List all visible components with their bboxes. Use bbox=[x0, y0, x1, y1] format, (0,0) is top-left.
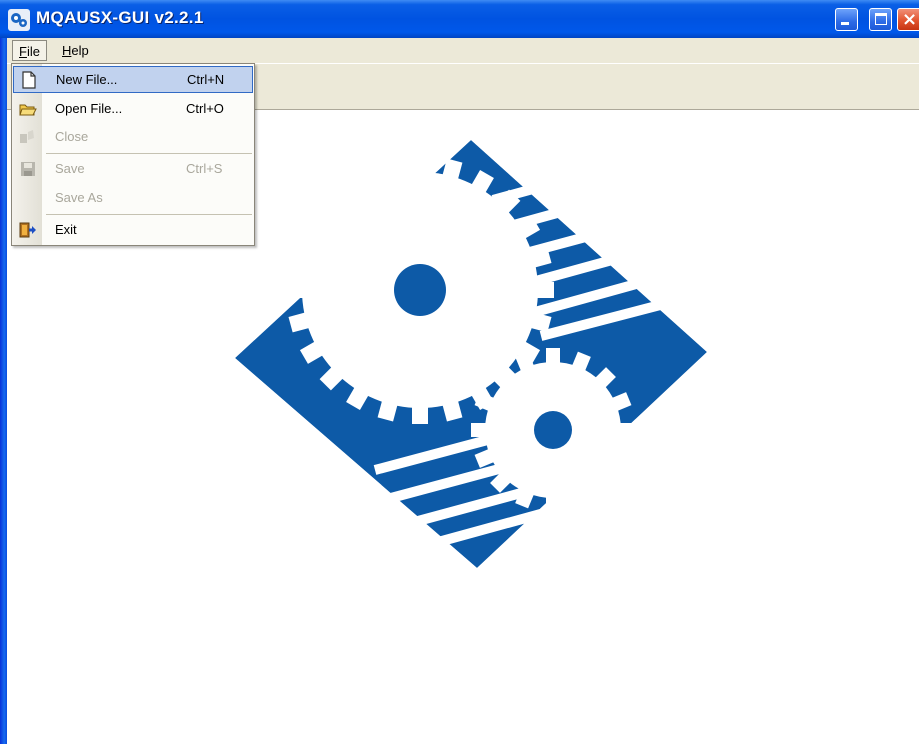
app-icon bbox=[8, 9, 30, 31]
menu-item-label: Save As bbox=[55, 190, 103, 205]
menu-file[interactable]: File bbox=[12, 40, 47, 61]
menu-separator bbox=[46, 153, 252, 154]
open-folder-icon bbox=[19, 104, 37, 116]
menu-item-label: New File... bbox=[56, 72, 118, 87]
title-bar[interactable]: MQAUSX-GUI v2.2.1 × bbox=[0, 0, 919, 38]
minimize-icon bbox=[841, 22, 849, 25]
menu-help-label: elp bbox=[71, 43, 89, 58]
menu-item-shortcut: Ctrl+S bbox=[186, 161, 223, 176]
close-window-button[interactable]: × bbox=[897, 8, 919, 31]
menu-item-close[interactable]: Close bbox=[13, 124, 253, 151]
menu-item-label: Open File... bbox=[55, 101, 123, 116]
menu-item-open-file[interactable]: Open File... Ctrl+O bbox=[13, 96, 253, 123]
menu-item-shortcut: Ctrl+N bbox=[187, 72, 225, 87]
maximize-button[interactable] bbox=[869, 8, 892, 31]
menu-item-label: Exit bbox=[55, 222, 77, 237]
save-disk-icon bbox=[21, 162, 35, 176]
menu-help[interactable]: Help bbox=[56, 40, 95, 61]
menu-file-mnemonic: F bbox=[19, 44, 27, 59]
menu-item-label: Close bbox=[55, 129, 89, 144]
close-icon: × bbox=[902, 9, 918, 30]
menu-item-save-as[interactable]: Save As bbox=[13, 185, 253, 212]
file-menu-dropdown: New File... Ctrl+N Open File... Ctrl+O C… bbox=[11, 63, 255, 246]
menu-item-shortcut: Ctrl+O bbox=[186, 101, 224, 116]
application-window: MQAUSX-GUI v2.2.1 × File Help New File..… bbox=[0, 0, 919, 744]
menu-item-new-file[interactable]: New File... Ctrl+N bbox=[13, 66, 253, 93]
maximize-icon bbox=[875, 13, 887, 25]
minimize-button[interactable] bbox=[835, 8, 858, 31]
window-frame-left bbox=[0, 38, 7, 744]
window-title: MQAUSX-GUI v2.2.1 bbox=[36, 8, 204, 27]
new-file-icon bbox=[22, 71, 36, 89]
menu-item-label: Save bbox=[55, 161, 85, 176]
menu-item-exit[interactable]: Exit bbox=[13, 217, 253, 244]
menu-bar: File Help bbox=[7, 38, 919, 63]
menu-help-mnemonic: H bbox=[62, 43, 72, 58]
gears-logo-icon bbox=[235, 140, 715, 570]
exit-door-icon bbox=[19, 222, 36, 238]
close-file-icon bbox=[20, 130, 34, 143]
menu-separator bbox=[46, 214, 252, 215]
menu-item-save[interactable]: Save Ctrl+S bbox=[13, 156, 253, 183]
menu-file-label: ile bbox=[26, 44, 40, 59]
